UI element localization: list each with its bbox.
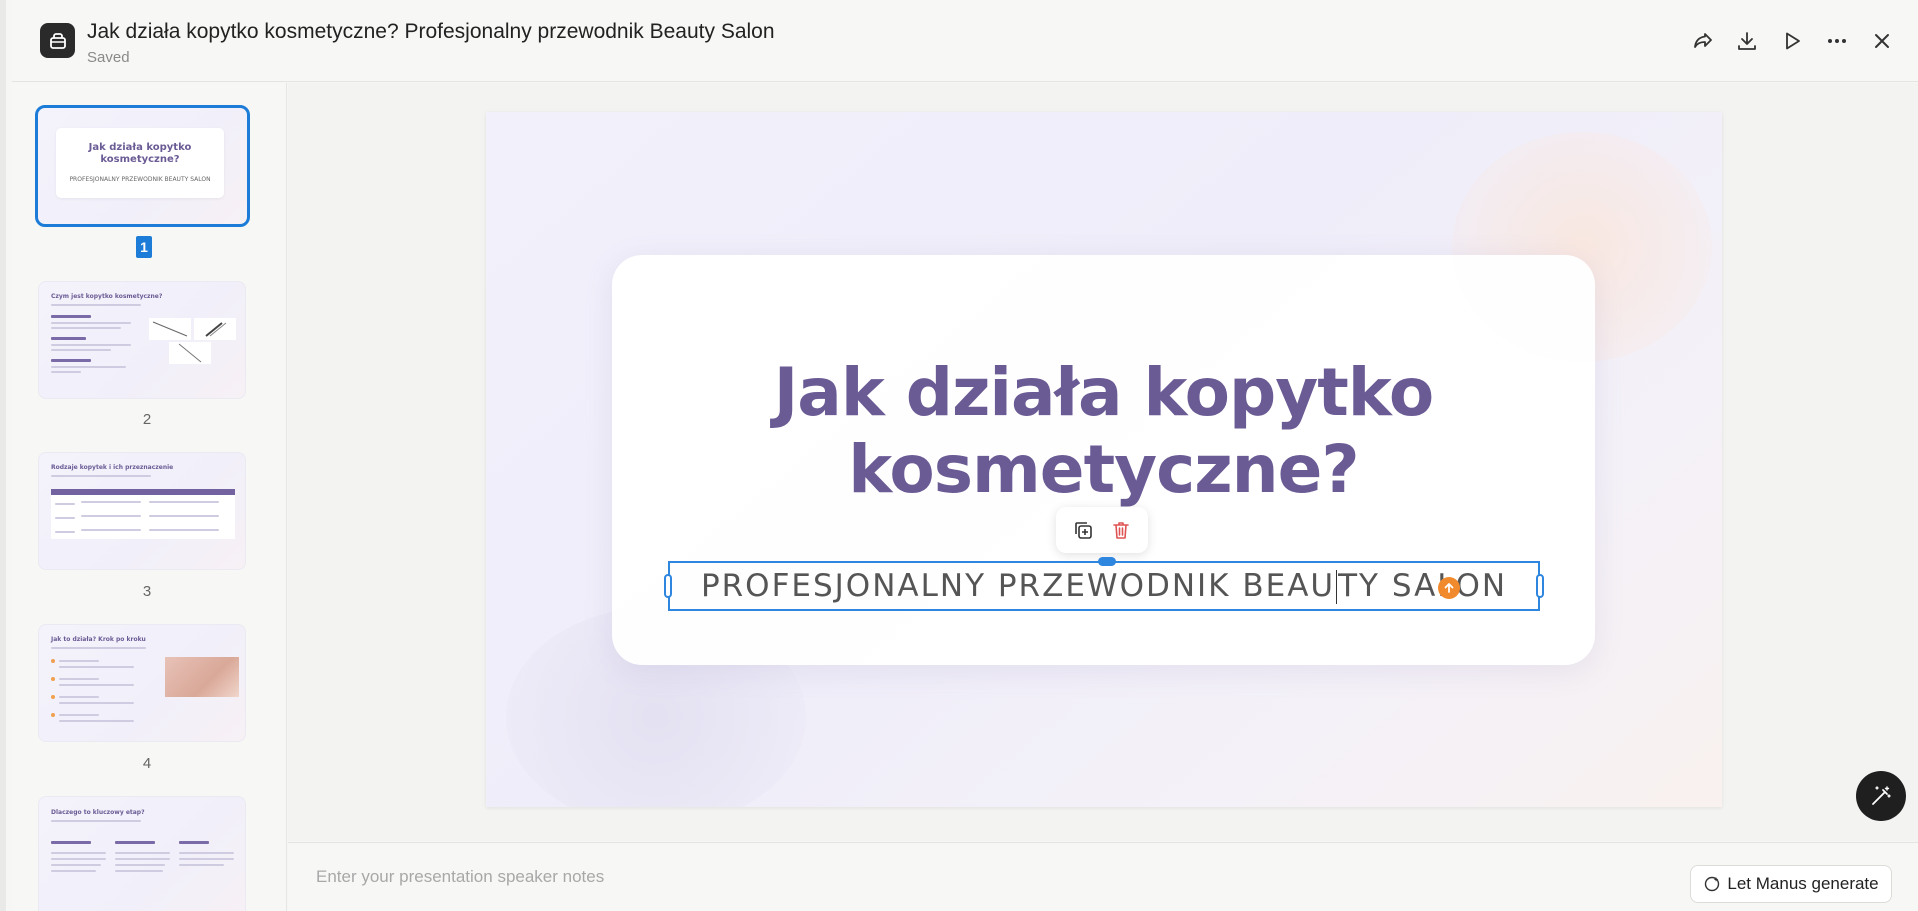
save-status: Saved <box>87 49 130 66</box>
thumbnail-title: Jak działa kopytko kosmetyczne? <box>88 142 192 165</box>
document-title: Jak działa kopytko kosmetyczne? Profesjo… <box>87 20 775 43</box>
thumbnail-title: Rodzaje kopytek i ich przeznaczenie <box>51 464 174 471</box>
slide-title-line-1[interactable]: Jak działa kopytko <box>612 354 1595 432</box>
magic-wand-icon <box>1872 786 1891 805</box>
let-manus-generate-label: Let Manus generate <box>1727 874 1879 893</box>
speaker-notes-panel: Let Manus generate <box>288 842 1918 911</box>
slide-thumbnail-1[interactable]: Jak działa kopytko kosmetyczne? PROFESJO… <box>35 105 250 227</box>
speaker-notes-input[interactable] <box>316 867 1316 887</box>
slide-subtitle[interactable]: PROFESJONALNY PRZEWODNIK BEAUTY SALON <box>701 568 1507 605</box>
thumbnail-title: Dlaczego to kluczowy etap? <box>51 809 145 816</box>
slide-title-line-2[interactable]: kosmetyczne? <box>612 431 1595 509</box>
subtitle-text-after-caret: TY SALON <box>1338 567 1508 604</box>
slide-title[interactable]: Jak działa kopytko kosmetyczne? <box>612 354 1595 509</box>
slide-thumbnail-2[interactable]: Czym jest kopytko kosmetyczne? <box>38 281 246 399</box>
slide-number-1: 1 <box>136 236 152 258</box>
element-toolbar <box>1056 507 1148 553</box>
resize-handle-right[interactable] <box>1536 574 1544 598</box>
download-button[interactable] <box>1732 26 1762 56</box>
duplicate-button[interactable] <box>1068 515 1098 545</box>
slide-thumbnail-4[interactable]: Jak to działa? Krok po kroku <box>38 624 246 742</box>
duplicate-icon <box>1075 522 1092 539</box>
more-options-button[interactable] <box>1822 26 1852 56</box>
subtitle-text-before-caret: PROFESJONALNY PRZEWODNIK BEAU <box>700 567 1336 604</box>
title-card: Jak działa kopytko kosmetyczne? PROFESJO… <box>612 255 1595 665</box>
rotate-handle[interactable] <box>1098 557 1116 566</box>
sparkle-icon <box>1705 876 1720 892</box>
app-logo-icon <box>40 23 75 58</box>
download-icon <box>1738 32 1756 50</box>
ai-suggestion-icon[interactable] <box>1438 577 1460 599</box>
close-icon <box>1875 34 1889 48</box>
share-button[interactable] <box>1688 26 1718 56</box>
thumbnail-title: Jak to działa? Krok po kroku <box>51 636 146 643</box>
slide-thumbnail-3[interactable]: Rodzaje kopytek i ich przeznaczenie <box>38 452 246 570</box>
close-button[interactable] <box>1867 26 1897 56</box>
thumbnail-subtitle: PROFESJONALNY PRZEWODNIK BEAUTY SALON <box>69 176 211 183</box>
let-manus-generate-button[interactable]: Let Manus generate <box>1690 865 1892 903</box>
slide-number-3: 3 <box>142 583 152 600</box>
app-window: Jak działa kopytko kosmetyczne? Profesjo… <box>0 0 1918 911</box>
delete-button[interactable] <box>1106 515 1136 545</box>
resize-handle-left[interactable] <box>664 574 672 598</box>
slide-number-4: 4 <box>142 755 152 772</box>
header: Jak działa kopytko kosmetyczne? Profesjo… <box>12 0 1918 82</box>
play-icon <box>1786 32 1800 50</box>
trash-icon <box>1113 522 1129 539</box>
magic-wand-button[interactable] <box>1856 771 1906 821</box>
text-caret <box>1336 570 1338 605</box>
slide-editor: Jak działa kopytko kosmetyczne? PROFESJO… <box>288 83 1918 841</box>
thumbnail-title: Czym jest kopytko kosmetyczne? <box>51 293 163 300</box>
slide-canvas[interactable]: Jak działa kopytko kosmetyczne? PROFESJO… <box>486 112 1722 807</box>
slide-thumbnail-panel: Jak działa kopytko kosmetyczne? PROFESJO… <box>12 83 287 911</box>
present-button[interactable] <box>1777 26 1807 56</box>
more-icon <box>1828 39 1846 43</box>
slide-number-2: 2 <box>142 411 152 428</box>
share-icon <box>1694 33 1712 48</box>
slide-thumbnail-5[interactable]: Dlaczego to kluczowy etap? <box>38 796 246 911</box>
subtitle-textbox[interactable]: PROFESJONALNY PRZEWODNIK BEAUTY SALON <box>664 557 1544 611</box>
